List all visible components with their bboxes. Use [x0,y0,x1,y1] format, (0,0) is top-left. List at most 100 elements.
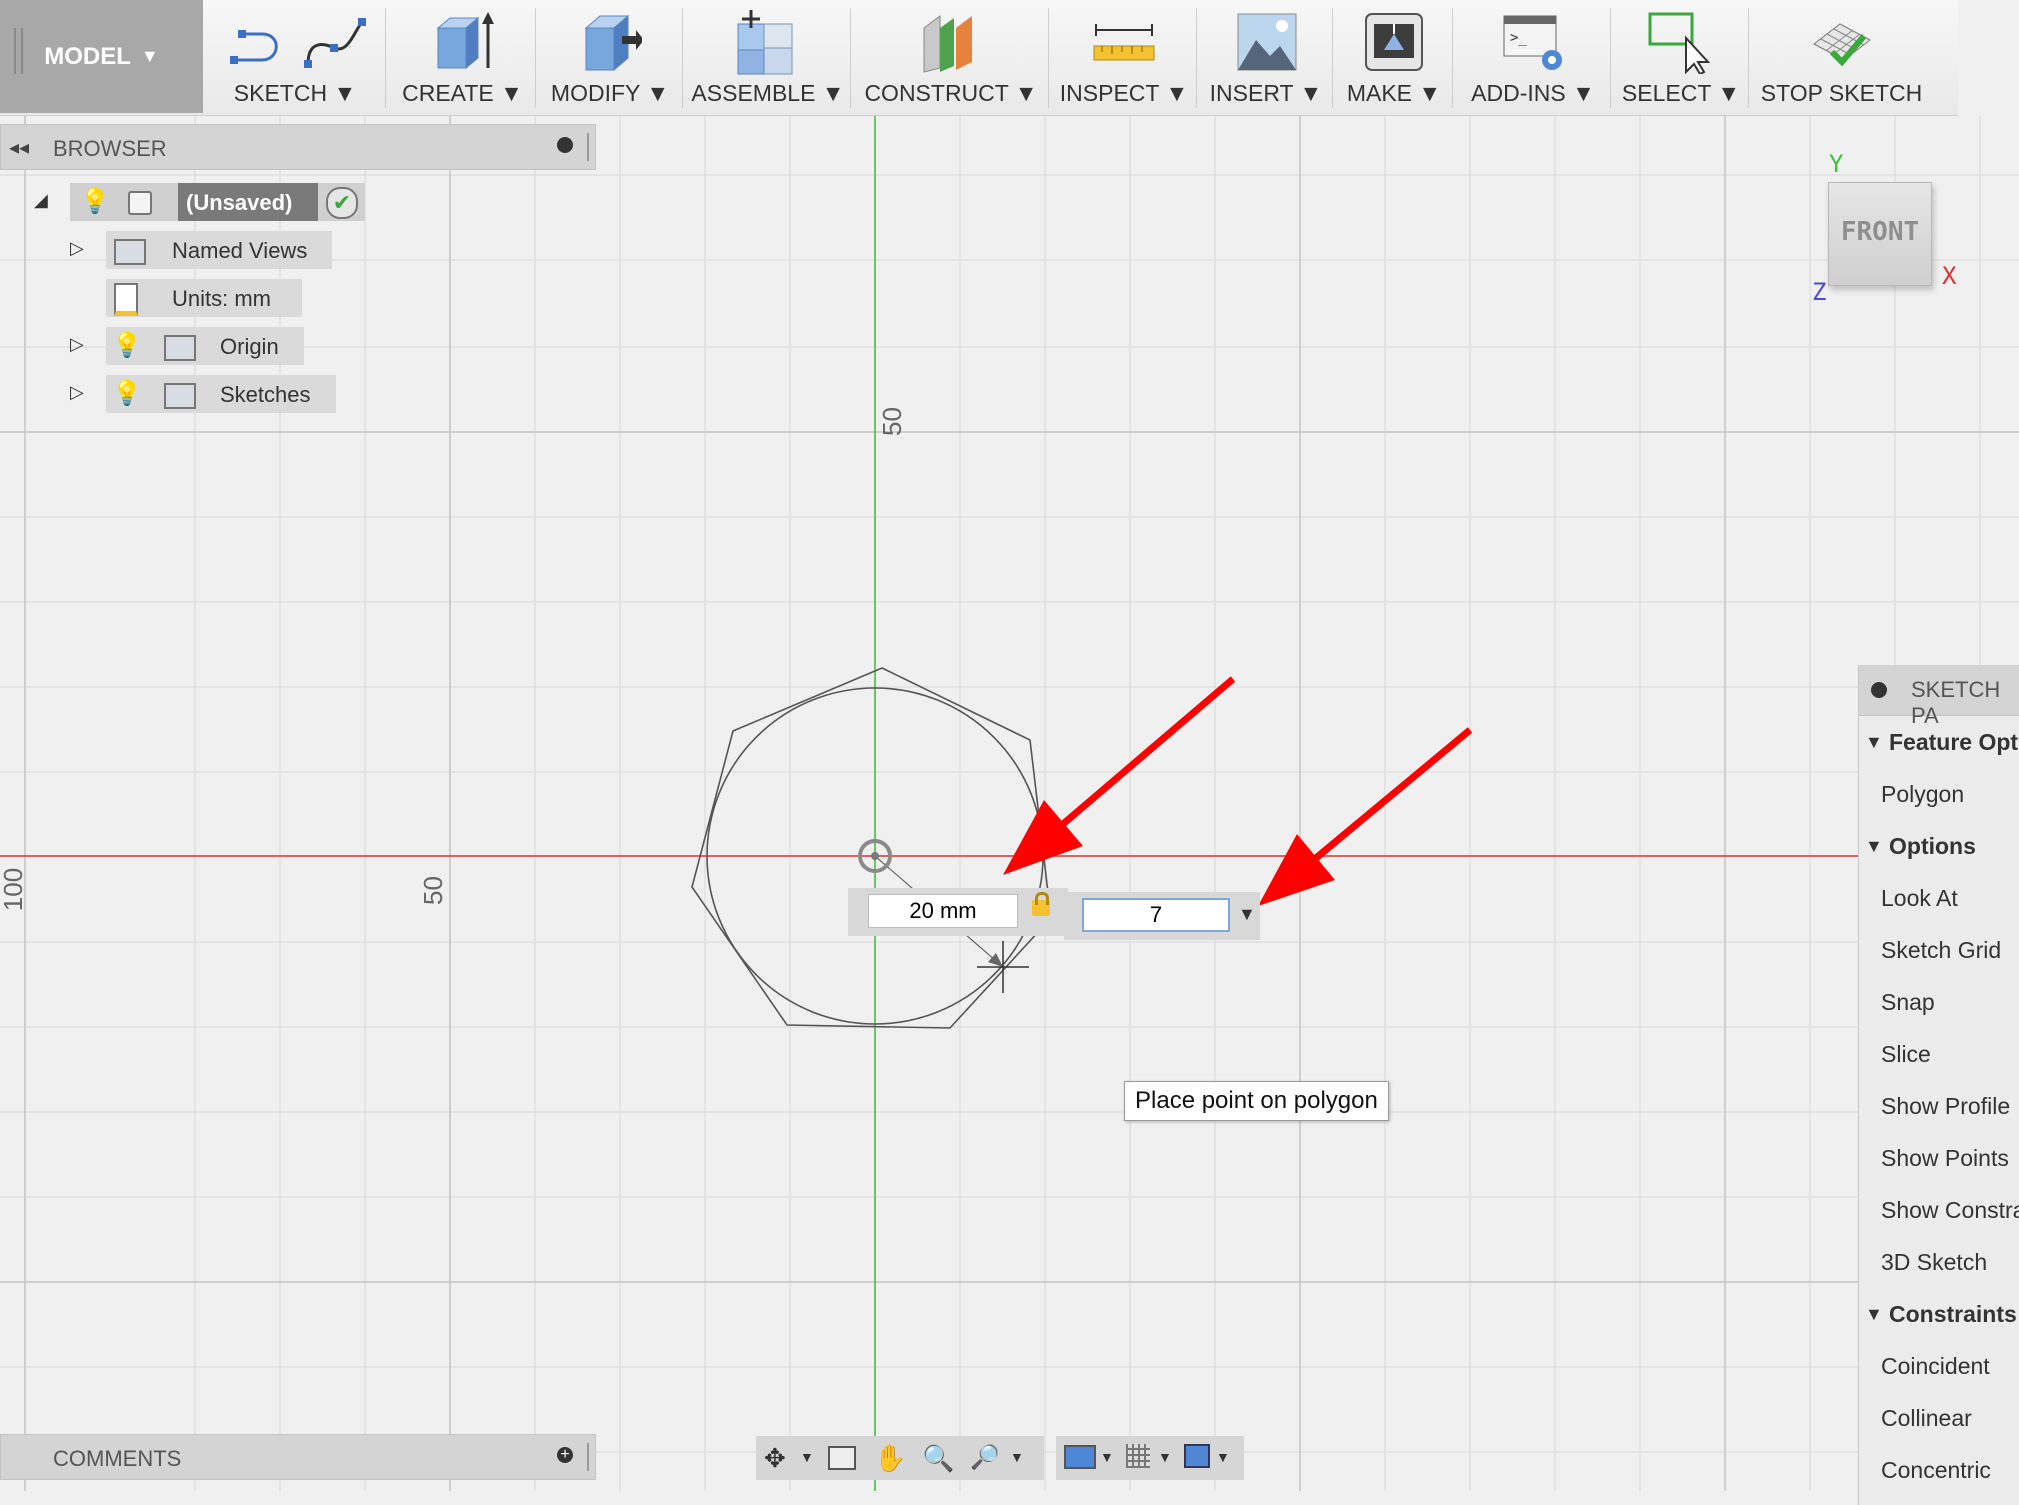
palette-option[interactable]: Show Points [1859,1132,2019,1184]
chevron-down-icon[interactable]: ▼ [1216,1449,1230,1465]
axis-label-50-vertical: 50 [876,407,907,436]
lightbulb-icon[interactable]: 💡 [112,379,142,408]
sketch-canvas[interactable]: 50 50 100 [0,116,2019,1491]
expand-triangle-icon[interactable]: ▷ [70,382,84,403]
palette-row-label: Coincident [1881,1353,1990,1379]
toolbar-group-add-ins[interactable]: >_ ADD-INS ▼ [1458,0,1608,113]
document-units-icon [114,283,138,316]
folder-icon [164,335,196,361]
palette-option[interactable]: 3D Sketch [1859,1236,2019,1288]
palette-row-label: Options [1889,833,1976,859]
palette-row-label: Show Points [1881,1145,2009,1171]
lightbulb-icon[interactable]: 💡 [112,331,142,360]
folder-icon [114,239,146,265]
palette-option[interactable]: Slice [1859,1028,2019,1080]
browser-item-origin[interactable]: 💡 Origin [106,327,304,365]
minimize-icon[interactable] [557,137,573,153]
collapse-triangle-icon[interactable]: ▼ [1865,820,1883,872]
stop-sketch-check-icon [1813,23,1871,67]
collapse-panel-icon[interactable]: ◂◂ [9,135,29,160]
tooltip: Place point on polygon [1124,1081,1389,1121]
panel-grip-icon[interactable] [587,133,592,161]
viewcube-front-face[interactable]: FRONT [1828,182,1932,286]
collapse-triangle-icon[interactable]: ▼ [1865,716,1883,768]
toolbar-group-make[interactable]: MAKE ▼ [1338,0,1450,113]
chevron-down-icon[interactable]: ▼ [1238,904,1256,925]
polygon-sides-input[interactable] [1082,898,1230,932]
toolbar-group-select[interactable]: SELECT ▼ [1616,0,1746,113]
palette-option[interactable]: Polygon [1859,768,2019,820]
toolbar-divider [1196,8,1197,108]
toolbar-group-sketch[interactable]: SKETCH ▼ [210,0,380,113]
expand-triangle-icon[interactable]: ▷ [70,238,84,259]
3d-print-icon [1365,13,1423,71]
browser-item-units[interactable]: Units: mm [106,279,302,317]
sketch-line-spline-icon [230,18,366,68]
palette-row-label: Constraints [1889,1301,2017,1327]
palette-option[interactable]: Collinear [1859,1392,2019,1444]
palette-option[interactable]: Look At [1859,872,2019,924]
comments-panel-header[interactable]: COMMENTS + [0,1434,596,1480]
toolbar-group-assemble[interactable]: ASSEMBLE ▼ [688,0,848,113]
display-settings-icon[interactable] [1064,1445,1096,1469]
toolbar-divider [850,8,851,108]
palette-section-header[interactable]: ▼ Options [1859,820,2019,872]
viewcube-y-label: Y [1829,150,1844,178]
stop-sketch-button[interactable]: STOP SKETCH [1754,0,1929,113]
browser-root-item[interactable]: 💡 (Unsaved) ✔ [70,183,365,221]
palette-option[interactable]: Show Profile [1859,1080,2019,1132]
toolbar-group-label: SELECT ▼ [1621,80,1741,106]
palette-row-label: Show Profile [1881,1093,2011,1119]
annotation-arrow [1258,727,1473,906]
palette-section-header[interactable]: ▼ Feature Opt [1859,716,2019,768]
chevron-down-icon[interactable]: ▼ [1100,1449,1114,1465]
minimize-icon[interactable] [1871,682,1887,698]
axis-label-50-horizontal: 50 [417,876,448,905]
grid-settings-icon[interactable] [1126,1444,1150,1468]
palette-section-header[interactable]: ▼ Constraints [1859,1288,2019,1340]
browser-panel-header[interactable]: ◂◂ BROWSER [0,124,596,170]
fit-zoom-icon[interactable]: 🔎 [970,1443,1000,1472]
toolbar-group-label: ASSEMBLE ▼ [691,80,845,106]
add-comment-icon[interactable]: + [557,1447,573,1463]
panel-grip-icon[interactable] [587,1443,592,1471]
palette-option[interactable]: Show Constra [1859,1184,2019,1236]
select-cursor-icon [1648,12,1711,74]
toolbar-group-inspect[interactable]: INSPECT ▼ [1054,0,1194,113]
toolbar-grip-icon[interactable] [14,28,23,74]
chevron-down-icon[interactable]: ▼ [800,1449,814,1465]
palette-option[interactable]: Snap [1859,976,2019,1028]
toolbar-group-label: INSPECT ▼ [1059,80,1189,106]
orbit-icon[interactable]: ✥ [764,1443,786,1474]
lightbulb-icon[interactable]: 💡 [80,187,110,216]
toolbar-divider [385,8,386,108]
radius-dimension-input[interactable] [868,894,1018,928]
workspace-switcher[interactable]: MODEL ▼ [0,0,203,113]
browser-item-sketches[interactable]: 💡 Sketches [106,375,336,413]
viewcube-z-label: Z [1812,278,1827,306]
chevron-down-icon[interactable]: ▼ [1010,1449,1024,1465]
heptagon-preview [691,667,1052,1029]
browser-item-named-views[interactable]: Named Views [106,231,332,269]
pan-hand-icon[interactable]: ✋ [874,1443,906,1474]
palette-row-label: Snap [1881,989,1935,1015]
palette-row-label: Concentric [1881,1457,1991,1483]
collapse-triangle-icon[interactable]: ◢ [34,190,48,211]
press-pull-icon [584,14,642,72]
zoom-icon[interactable]: 🔍 [922,1443,954,1474]
toolbar-group-construct[interactable]: CONSTRUCT ▼ [856,0,1046,113]
toolbar-group-insert[interactable]: INSERT ▼ [1202,0,1330,113]
chevron-down-icon[interactable]: ▼ [1158,1449,1172,1465]
palette-row-label: Slice [1881,1041,1931,1067]
palette-option[interactable]: Coincident [1859,1340,2019,1392]
toolbar-group-modify[interactable]: MODIFY ▼ [540,0,680,113]
expand-triangle-icon[interactable]: ▷ [70,334,84,355]
look-at-icon[interactable] [828,1446,856,1470]
palette-option[interactable]: Sketch Grid [1859,924,2019,976]
sketch-palette-header[interactable]: SKETCH PA [1859,665,2019,728]
collapse-triangle-icon[interactable]: ▼ [1865,1288,1883,1340]
toolbar-group-create[interactable]: CREATE ▼ [390,0,535,113]
viewports-icon[interactable] [1184,1444,1210,1468]
palette-row-label: 3D Sketch [1881,1249,1988,1275]
palette-option[interactable]: Concentric [1859,1444,2019,1496]
